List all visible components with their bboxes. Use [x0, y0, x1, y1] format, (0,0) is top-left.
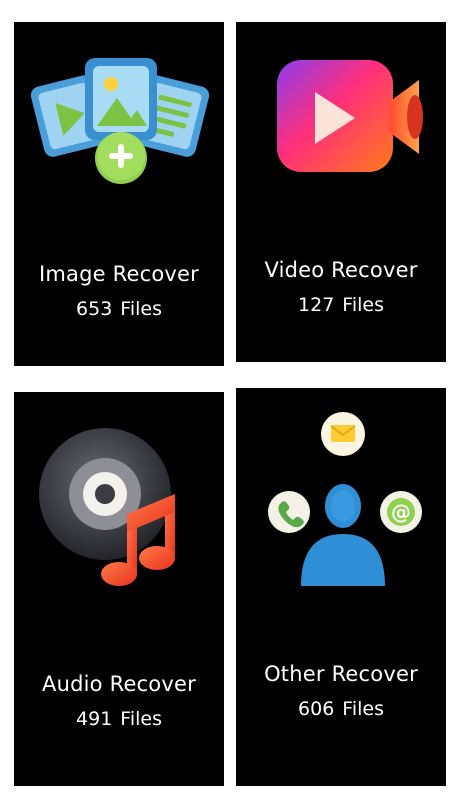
file-count: 653 Files: [14, 298, 224, 320]
contact-person-icon: @: [236, 408, 446, 588]
file-count-number: 606: [298, 698, 335, 720]
video-recover-card[interactable]: Video Recover 127 Files: [236, 22, 446, 362]
file-count-unit: Files: [342, 698, 384, 720]
music-disc-icon: [14, 422, 224, 592]
audio-recover-card[interactable]: Audio Recover 491 Files: [14, 392, 224, 786]
file-count-number: 491: [76, 708, 113, 730]
file-count-unit: Files: [342, 294, 384, 316]
email-at-icon: @: [380, 491, 422, 533]
file-count-number: 127: [298, 294, 335, 316]
card-title: Image Recover: [39, 262, 199, 286]
file-count-unit: Files: [120, 298, 162, 320]
svg-text:@: @: [391, 500, 411, 524]
image-gallery-add-icon: [14, 52, 224, 192]
mail-icon: [321, 412, 365, 456]
image-recover-card[interactable]: Image Recover 653 Files: [14, 22, 224, 366]
file-count: 606 Files: [236, 698, 446, 720]
file-count: 491 Files: [14, 708, 224, 730]
file-count: 127 Files: [236, 294, 446, 316]
phone-icon: [268, 491, 310, 533]
file-count-unit: Files: [120, 708, 162, 730]
card-title: Other Recover: [264, 662, 418, 686]
card-title: Audio Recover: [42, 672, 196, 696]
other-recover-card[interactable]: @ Other Recover 606 Files: [236, 388, 446, 786]
video-camera-icon: [236, 52, 446, 182]
card-title: Video Recover: [264, 258, 418, 282]
file-count-number: 653: [76, 298, 113, 320]
